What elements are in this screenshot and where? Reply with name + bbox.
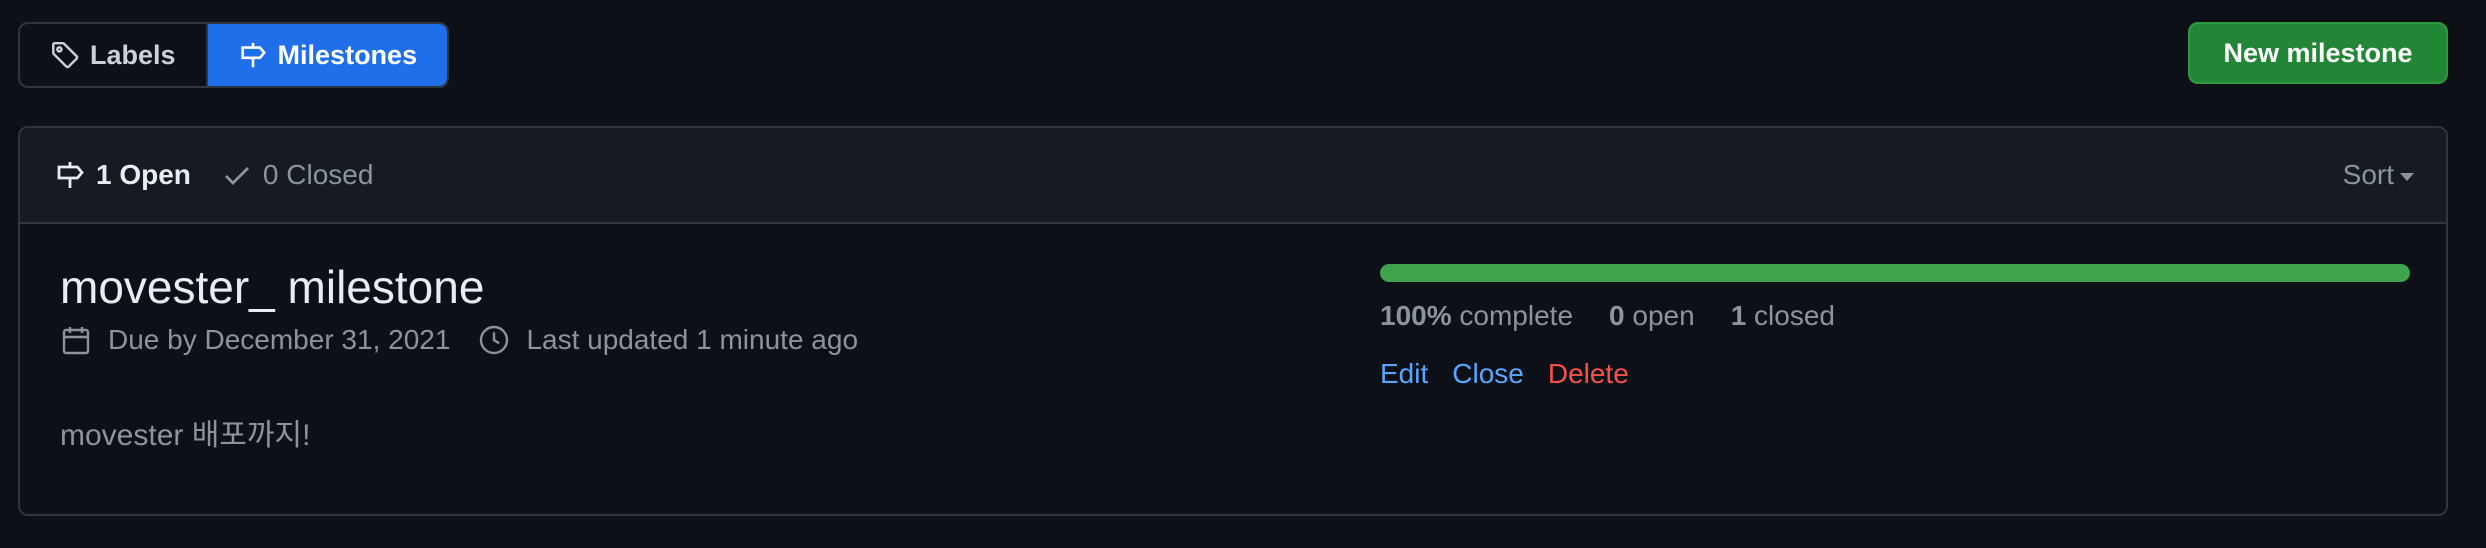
new-milestone-button[interactable]: New milestone (2188, 22, 2448, 84)
milestones-tab[interactable]: Milestones (205, 24, 448, 86)
closed-issue-count: 1 (1730, 300, 1747, 331)
milestone-actions: Edit Close Delete (1380, 358, 1629, 390)
milestone-last-updated: Last updated 1 minute ago (526, 324, 859, 355)
open-count-label: 1 Open (96, 159, 191, 190)
milestone-icon (57, 162, 84, 188)
milestone-item: movester_ milestone Due by December 31, … (20, 224, 2446, 514)
delete-milestone-link[interactable]: Delete (1548, 358, 1629, 390)
tag-icon (52, 41, 79, 69)
milestone-description: movester 배포까지! (60, 419, 311, 452)
open-issue-label: open (1632, 300, 1695, 331)
calendar-icon (62, 327, 90, 355)
caret-down-icon (2400, 172, 2414, 181)
complete-stat: 100% complete (1380, 300, 1573, 332)
closed-milestones-filter[interactable]: 0 Closed (221, 159, 374, 191)
check-icon (224, 167, 249, 185)
labels-tab[interactable]: Labels (20, 24, 206, 86)
closed-stat[interactable]: 1 closed (1731, 300, 1835, 332)
progress-bar-fill (1380, 264, 2410, 282)
complete-percent: 100% (1380, 300, 1452, 331)
milestones-list: 1 Open 0 Closed Sort movester_ milestone… (18, 126, 2448, 516)
milestone-icon (240, 42, 266, 68)
closed-count-label: 0 Closed (262, 159, 374, 190)
close-milestone-link[interactable]: Close (1452, 358, 1524, 390)
closed-issue-label: closed (1754, 300, 1835, 331)
labels-tab-label: Labels (90, 39, 176, 70)
sort-label: Sort (2342, 159, 2394, 190)
labels-milestones-subnav: Labels Milestones (18, 22, 450, 88)
milestones-tab-label: Milestones (277, 39, 418, 70)
milestone-meta: Due by December 31, 2021 Last updated 1 … (60, 324, 858, 356)
open-stat[interactable]: 0 open (1609, 300, 1695, 332)
milestone-progress-bar (1380, 264, 2410, 282)
milestone-title[interactable]: movester_ milestone (60, 260, 484, 314)
clock-icon (480, 325, 509, 355)
complete-label: complete (1459, 300, 1574, 331)
milestones-list-header: 1 Open 0 Closed Sort (20, 128, 2446, 224)
sort-dropdown[interactable]: Sort (2343, 159, 2414, 191)
open-milestones-filter[interactable]: 1 Open (54, 159, 191, 191)
milestone-stats: 100% complete 0 open 1 closed (1380, 300, 1835, 332)
edit-milestone-link[interactable]: Edit (1380, 358, 1428, 390)
milestone-due-date: Due by December 31, 2021 (108, 324, 451, 355)
open-issue-count: 0 (1609, 300, 1625, 331)
